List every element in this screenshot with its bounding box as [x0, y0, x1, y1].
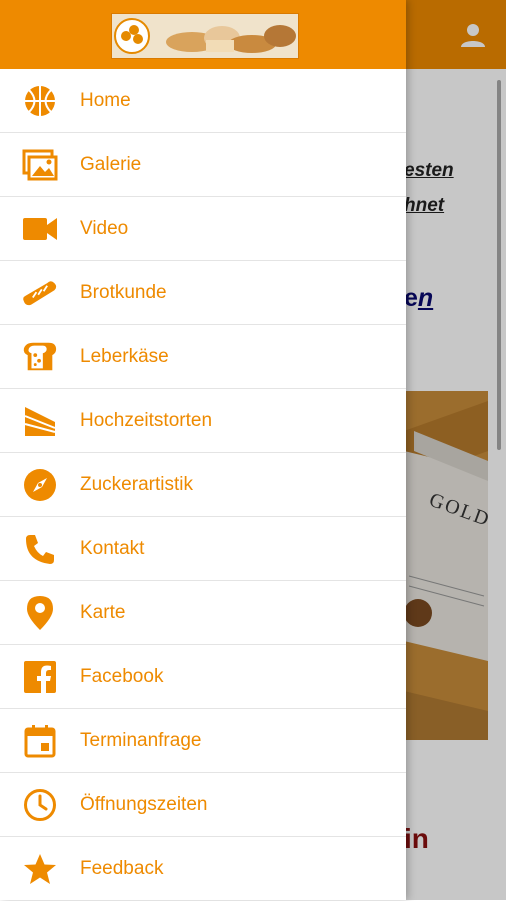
menu-label: Öffnungszeiten [80, 793, 208, 815]
menu-item-leberkaese[interactable]: Leberkäse [0, 325, 406, 389]
menu-label: Home [80, 89, 131, 111]
compass-icon [22, 467, 58, 503]
menu-item-home[interactable]: Home [0, 69, 406, 133]
facebook-icon [22, 659, 58, 695]
calendar-icon [22, 723, 58, 759]
menu-item-video[interactable]: Video [0, 197, 406, 261]
menu-item-oeffnungszeiten[interactable]: Öffnungszeiten [0, 773, 406, 837]
basketball-icon [22, 83, 58, 119]
cake-slice-icon [22, 403, 58, 439]
phone-icon [22, 531, 58, 567]
menu-item-kontakt[interactable]: Kontakt [0, 517, 406, 581]
menu-item-brotkunde[interactable]: Brotkunde [0, 261, 406, 325]
menu-item-hochzeitstorten[interactable]: Hochzeitstorten [0, 389, 406, 453]
menu-item-zuckerartistik[interactable]: Zuckerartistik [0, 453, 406, 517]
menu-item-facebook[interactable]: Facebook [0, 645, 406, 709]
menu-item-terminanfrage[interactable]: Terminanfrage [0, 709, 406, 773]
clock-icon [22, 787, 58, 823]
menu-label: Kontakt [80, 537, 145, 559]
menu-item-karte[interactable]: Karte [0, 581, 406, 645]
map-pin-icon [22, 595, 58, 631]
menu-label: Hochzeitstorten [80, 409, 213, 431]
navigation-drawer: Home Galerie Video Brotkunde Leberkäse H… [0, 0, 406, 900]
menu-label: Terminanfrage [80, 729, 202, 751]
drawer-header [0, 0, 406, 69]
menu-item-galerie[interactable]: Galerie [0, 133, 406, 197]
baguette-icon [22, 275, 58, 311]
bread-slice-icon [22, 339, 58, 375]
gallery-icon [22, 147, 58, 183]
menu-label: Facebook [80, 665, 164, 687]
menu-label: Zuckerartistik [80, 473, 193, 495]
menu-label: Leberkäse [80, 345, 169, 367]
menu-item-feedback[interactable]: Feedback [0, 837, 406, 901]
menu-label: Brotkunde [80, 281, 167, 303]
menu-label: Galerie [80, 153, 142, 175]
star-icon [22, 851, 58, 887]
menu-label: Video [80, 217, 129, 239]
video-camera-icon [22, 211, 58, 247]
menu-label: Karte [80, 601, 126, 623]
bakery-logo [111, 13, 299, 59]
menu-label: Feedback [80, 858, 164, 879]
